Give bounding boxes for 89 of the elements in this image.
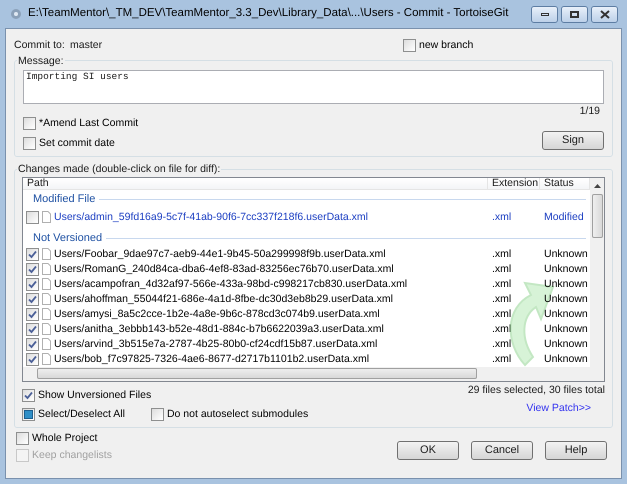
file-icon <box>42 278 51 290</box>
file-icon <box>42 323 51 335</box>
dialog-button[interactable]: Cancel <box>471 440 533 460</box>
checkbox[interactable] <box>403 38 416 52</box>
file-path[interactable]: Users/acampofran_4d32af97-566e-433a-98bd-c998217cb830.userData.xml <box>54 278 408 290</box>
file-path[interactable]: Users/RomanG_240d84ca-dba6-4ef8-83ad-83256ec76b70.userData.xml <box>54 264 394 274</box>
checkbox-label: Do not autoselect submodules <box>166 408 308 420</box>
checkbox[interactable] <box>26 292 39 306</box>
checkbox[interactable] <box>26 352 39 366</box>
checkbox[interactable] <box>26 262 39 276</box>
selection-summary: 29 files selected, 30 files total <box>468 384 605 395</box>
checkbox[interactable] <box>26 278 39 290</box>
checkbox-label: Set commit date <box>39 138 115 148</box>
file-extension: .xml <box>491 324 512 334</box>
file-path[interactable]: Users/amysi_8a5c2cce-1b2e-4a8e-9b6c-878cd3c074b9.userData.xml <box>54 308 380 320</box>
scroll-thumb[interactable] <box>592 194 602 238</box>
group-header: Modified File <box>33 194 96 204</box>
checkbox[interactable] <box>150 408 164 420</box>
checkbox-label: new branch <box>419 40 474 50</box>
column-header[interactable]: Path <box>23 178 488 188</box>
file-extension: .xml <box>491 212 512 222</box>
checkbox-label: Show Unversioned Files <box>38 390 152 400</box>
dialog-button[interactable]: Help <box>545 440 607 460</box>
file-icon <box>42 293 51 305</box>
file-path[interactable]: Users/ahoffman_55044f21-686e-4a1d-8fbe-dc30d3eb8b29.userData.xml <box>54 294 393 304</box>
file-icon <box>42 308 51 320</box>
message-field[interactable]: Importing SI users <box>23 70 604 104</box>
close-button[interactable] <box>591 6 618 22</box>
maximize-icon <box>570 10 579 18</box>
maximize-button[interactable] <box>561 6 588 22</box>
close-icon <box>600 10 610 18</box>
file-status: Unknown <box>543 248 589 260</box>
file-extension: .xml <box>491 308 512 320</box>
file-path[interactable]: Users/Foobar_9dae97c7-aeb9-44e1-9b45-50a299998f9b.userData.xml <box>54 248 386 260</box>
checkbox-label: Select/Deselect All <box>38 408 125 420</box>
checkbox[interactable] <box>26 338 39 350</box>
checkbox-label: Keep changelists <box>32 450 112 460</box>
dialog-button[interactable]: OK <box>397 440 459 460</box>
scroll-up-icon[interactable] <box>594 184 600 188</box>
file-icon <box>42 353 51 365</box>
file-status: Unknown <box>543 294 589 304</box>
character-counter: 1/19 <box>580 106 600 116</box>
checkbox[interactable] <box>26 248 39 260</box>
checkbox-label: Whole Project <box>32 432 98 444</box>
checkbox-label: *Amend Last Commit <box>39 118 138 128</box>
message-label: Message: <box>17 56 65 66</box>
file-extension: .xml <box>491 354 512 364</box>
minimize-icon <box>540 12 548 16</box>
changes-label: Changes made (double-click on file for diff): <box>17 164 222 174</box>
vertical-scrollbar[interactable] <box>590 178 604 366</box>
checkbox[interactable] <box>16 432 29 444</box>
file-extension: .xml <box>491 264 512 274</box>
dialog-button[interactable]: Sign <box>542 130 604 150</box>
file-extension: .xml <box>491 248 512 260</box>
window-title: E:\TeamMentor\_TM_DEV\TeamMentor_3.3_Dev\Library_Data\...\Users - Commit - TortoiseGit <box>28 8 510 20</box>
file-status: Unknown <box>543 264 589 274</box>
file-icon <box>42 248 51 260</box>
group-header: Not Versioned <box>33 232 102 244</box>
scroll-thumb[interactable] <box>37 368 477 379</box>
file-status: Unknown <box>543 308 589 320</box>
file-extension: .xml <box>491 338 512 350</box>
file-extension: .xml <box>491 294 512 304</box>
file-path[interactable]: Users/arvind_3b515e7a-2787-4b25-80b0-cf24cdf15b87.userData.xml <box>54 338 378 350</box>
checkbox[interactable] <box>26 210 39 224</box>
checkbox[interactable] <box>23 136 36 150</box>
checkbox[interactable] <box>22 408 35 420</box>
file-path[interactable]: Users/bob_f7c97825-7326-4ae6-8677-d2717b1101b2.userData.xml <box>54 354 370 364</box>
file-extension: .xml <box>491 278 512 290</box>
checkbox[interactable] <box>26 308 39 320</box>
file-status: Unknown <box>543 354 589 364</box>
file-icon <box>42 263 51 275</box>
file-status: Modified <box>543 212 585 222</box>
file-status: Unknown <box>543 338 589 350</box>
horizontal-scrollbar[interactable] <box>23 366 604 380</box>
commit-to-label: Commit to: <box>14 40 66 50</box>
checkbox[interactable] <box>22 388 35 402</box>
file-icon <box>42 338 51 350</box>
file-path[interactable]: Users/anitha_3ebbb143-b52e-48d1-884c-b7b6622039a3.userData.xml <box>54 324 384 334</box>
branch-name: master <box>70 40 104 50</box>
app-icon <box>9 7 23 21</box>
checkbox[interactable] <box>26 322 39 336</box>
column-header[interactable]: Extension <box>488 178 540 188</box>
checkbox[interactable] <box>23 116 36 130</box>
minimize-button[interactable] <box>531 6 558 22</box>
file-path[interactable]: Users/admin_59fd16a9-5c7f-41ab-90f6-7cc337f218f6.userData.xml <box>54 212 368 222</box>
file-icon <box>42 211 51 223</box>
file-status: Unknown <box>543 278 589 290</box>
view-patch-link[interactable]: View Patch>> <box>526 403 591 414</box>
file-status: Unknown <box>543 324 589 334</box>
